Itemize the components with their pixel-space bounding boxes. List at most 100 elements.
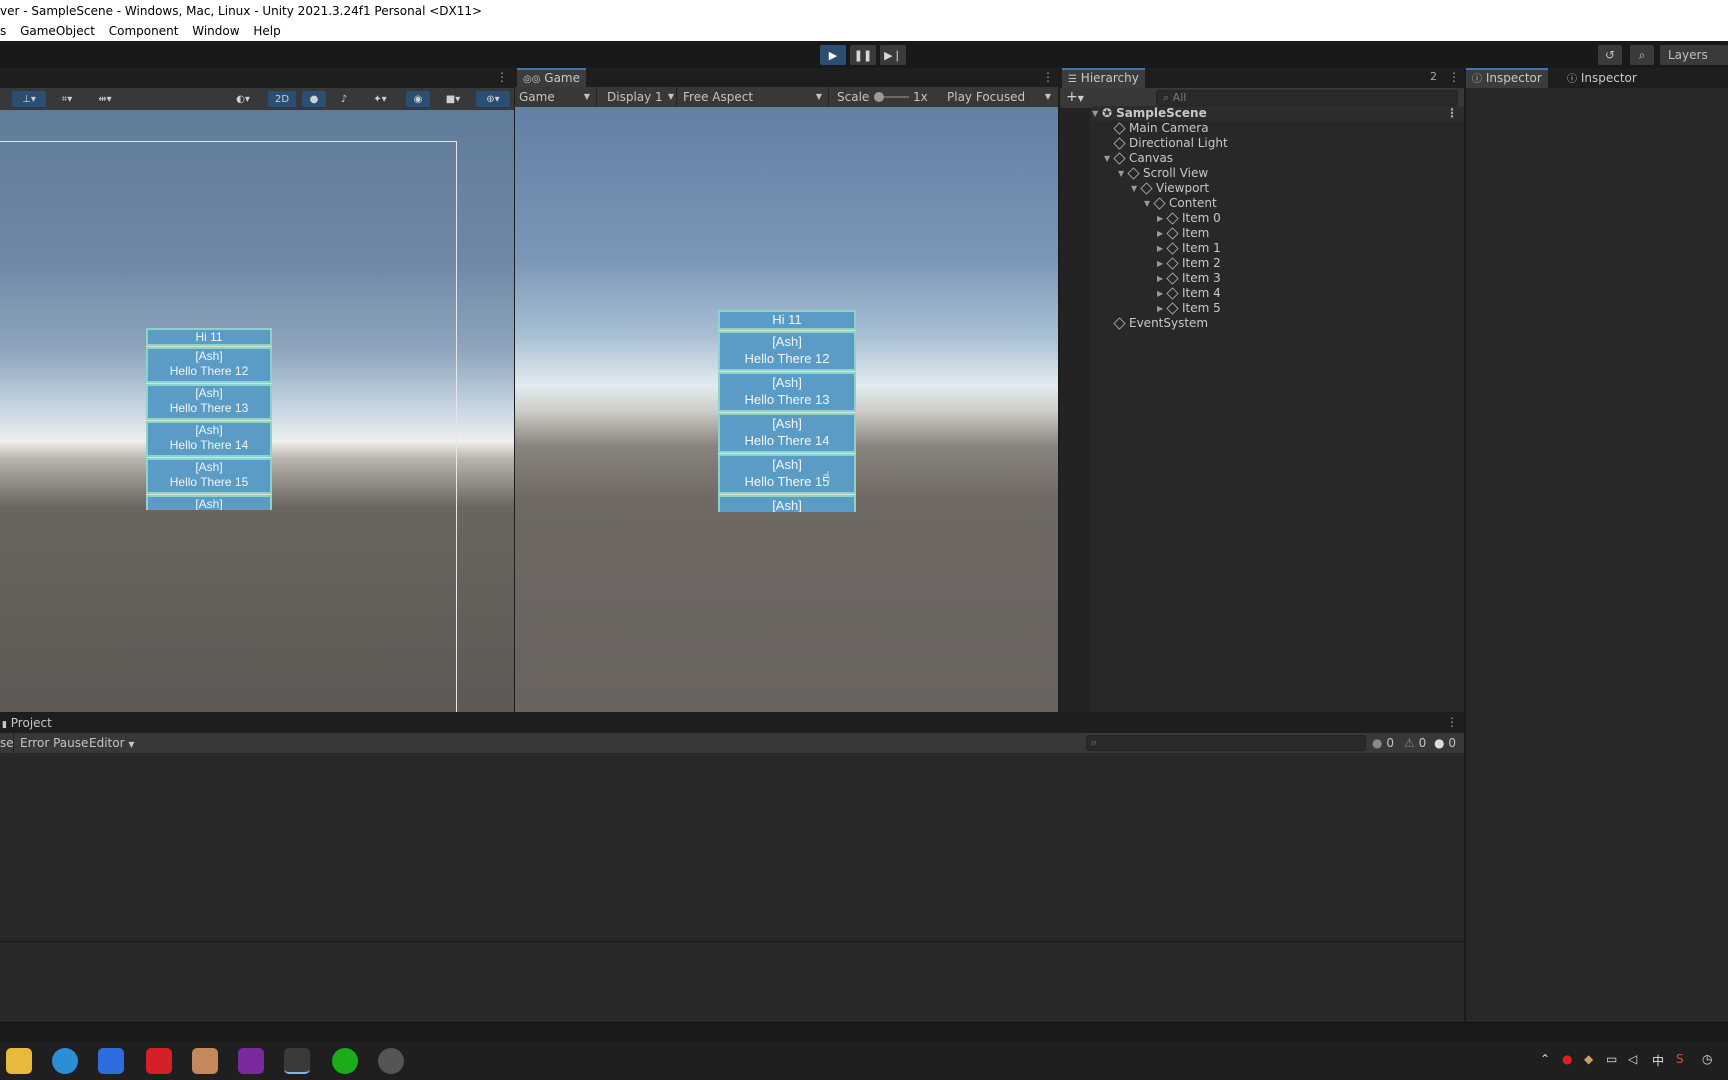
rider-icon[interactable] — [238, 1048, 264, 1074]
hierarchy-row-item[interactable]: ▶ Item 5 — [1157, 301, 1221, 316]
feishu-icon[interactable] — [98, 1048, 124, 1074]
mode-2d-button[interactable]: 2D — [268, 91, 296, 107]
game-item-5: [Ash] — [718, 495, 856, 512]
edge-browser-icon[interactable] — [52, 1048, 78, 1074]
sogou-icon[interactable]: S — [1676, 1052, 1684, 1066]
game-more-icon[interactable]: ⋮ — [1042, 70, 1054, 84]
unity-icon[interactable] — [284, 1048, 310, 1074]
tab-inspector-1[interactable]: ⓘ Inspector — [1466, 68, 1548, 88]
status-bar — [0, 1022, 1728, 1042]
play-button[interactable]: ▶ — [820, 45, 846, 65]
increment-snap-icon[interactable]: ⇹▾ — [88, 91, 122, 107]
gameobject-cube-icon — [1153, 197, 1166, 210]
game-scroll-view[interactable]: Hi 11 [Ash] Hello There 12 [Ash] Hello T… — [718, 310, 856, 512]
pause-button[interactable]: ❚❚ — [850, 45, 876, 65]
avatar-app-icon[interactable] — [192, 1048, 218, 1074]
scene-view[interactable]: Hi 11 [Ash] Hello There 12 [Ash] Hello T… — [0, 110, 514, 712]
hierarchy-row-item[interactable]: ▶ Item 0 — [1157, 211, 1221, 226]
error-count-toggle[interactable]: ● 0 — [1434, 733, 1462, 753]
error-pause-toggle[interactable]: Error Pause — [20, 733, 88, 753]
hierarchy-row-item[interactable]: ▶ Item — [1157, 226, 1209, 241]
tab-inspector-2[interactable]: ⓘ Inspector — [1561, 68, 1643, 88]
hierarchy-row-item[interactable]: ▶ Item 2 — [1157, 256, 1221, 271]
game-mode-select[interactable]: Game ▼ — [519, 87, 597, 107]
inspector-tab-label: Inspector — [1485, 71, 1542, 85]
hierarchy-row-canvas[interactable]: ▼ Canvas — [1104, 151, 1173, 166]
tab-project[interactable]: ▮ Project — [0, 713, 54, 733]
gameobject-cube-icon — [1166, 242, 1179, 255]
scene-item-0: Hi 11 — [146, 328, 272, 346]
menu-item-component[interactable]: Component — [109, 24, 179, 38]
menu-item-tools[interactable]: s — [0, 24, 6, 38]
audio-icon[interactable]: ♪ — [334, 91, 354, 107]
hierarchy-row-viewport[interactable]: ▼ Viewport — [1131, 181, 1209, 196]
scene-root-row[interactable]: ▼ ✪ SampleScene ⋮ — [1092, 106, 1464, 121]
snap-icon[interactable]: ⊥▾ — [12, 91, 46, 107]
volume-icon[interactable]: ◁ — [1628, 1052, 1637, 1066]
visibility-icon[interactable]: ◉ — [406, 91, 430, 107]
game-item-1-message: Hello There 12 — [744, 351, 830, 366]
display-select[interactable]: Display 1 ▼ — [607, 87, 677, 107]
aspect-select[interactable]: Free Aspect ▼ — [683, 87, 829, 107]
editor-select[interactable]: Editor ▼ — [89, 733, 135, 753]
hierarchy-more-icon[interactable]: ⋮ — [1448, 70, 1460, 84]
info-icon: ⓘ — [1472, 74, 1482, 85]
history-button[interactable]: ↺ — [1598, 45, 1622, 65]
ime-icon[interactable]: 中 — [1652, 1052, 1664, 1069]
hierarchy-row-item[interactable]: ▶ Item 3 — [1157, 271, 1221, 286]
scene-scroll-view: Hi 11 [Ash] Hello There 12 [Ash] Hello T… — [146, 328, 272, 510]
grid-snap-icon[interactable]: ⌗▾ — [52, 91, 82, 107]
console-splitter[interactable] — [0, 941, 1464, 942]
hierarchy-row-event-system[interactable]: EventSystem — [1113, 316, 1208, 331]
inspector-tab-label: Inspector — [1580, 71, 1637, 85]
console-more-icon[interactable]: ⋮ — [1446, 715, 1458, 729]
hierarchy-row-main-camera[interactable]: Main Camera — [1113, 121, 1209, 136]
menu-item-gameobject[interactable]: GameObject — [20, 24, 95, 38]
tab-game[interactable]: ◎◎ Game — [517, 68, 587, 88]
app-tray-icon[interactable]: ◆ — [1584, 1052, 1593, 1066]
hierarchy-row-content[interactable]: ▼ Content — [1144, 196, 1217, 211]
log-count-toggle[interactable]: ● 0 — [1372, 733, 1398, 753]
step-button[interactable]: ▶❘ — [880, 45, 906, 65]
hierarchy-row-item[interactable]: ▶ Item 1 — [1157, 241, 1221, 256]
search-button[interactable]: ⌕ — [1630, 45, 1654, 65]
lighting-icon[interactable]: ● — [302, 91, 326, 107]
hierarchy-row-item[interactable]: ▶ Item 4 — [1157, 286, 1221, 301]
network-icon[interactable]: ▭ — [1606, 1052, 1617, 1066]
file-explorer-icon[interactable] — [6, 1048, 32, 1074]
layers-dropdown[interactable]: Layers — [1660, 45, 1728, 65]
clock-icon[interactable]: ◷ — [1702, 1052, 1712, 1066]
camera-icon[interactable]: ■▾ — [436, 91, 470, 107]
scale-handle[interactable] — [874, 92, 884, 102]
play-focus-select[interactable]: Play Focused ▼ — [947, 87, 1051, 107]
chevron-up-icon[interactable]: ⌃ — [1540, 1052, 1550, 1066]
scale-slider[interactable]: Scale 1x — [837, 87, 929, 107]
shading-mode-icon[interactable]: ◐▾ — [226, 91, 260, 107]
hierarchy-row-scroll-view[interactable]: ▼ Scroll View — [1118, 166, 1208, 181]
netease-music-icon[interactable] — [146, 1048, 172, 1074]
lock-count: 2 — [1430, 70, 1437, 83]
hierarchy-row-directional-light[interactable]: Directional Light — [1113, 136, 1228, 151]
netease-tray-icon[interactable]: ● — [1562, 1052, 1572, 1066]
scene-more-icon[interactable]: ⋮ — [1446, 106, 1458, 121]
clear-button[interactable]: se — [0, 733, 14, 753]
menu-item-help[interactable]: Help — [253, 24, 280, 38]
console-search-input[interactable]: ⌕ — [1086, 735, 1366, 751]
scene-more-icon[interactable]: ⋮ — [496, 70, 508, 84]
effects-icon[interactable]: ✦▾ — [362, 91, 398, 107]
hierarchy-search-input[interactable]: ⌕ All — [1156, 90, 1458, 106]
scene-item-4-message: Hello There 15 — [169, 475, 249, 489]
tab-hierarchy[interactable]: ☰ Hierarchy — [1062, 68, 1145, 88]
hierarchy-node-label: Content — [1169, 196, 1217, 210]
recorder-icon[interactable] — [378, 1048, 404, 1074]
warn-count-toggle[interactable]: ⚠ 0 — [1404, 733, 1430, 753]
history-icon: ↺ — [1604, 48, 1616, 62]
folder-icon: ▮ — [2, 720, 7, 730]
gizmos-icon[interactable]: ⊕▾ — [476, 91, 510, 107]
add-object-button[interactable]: +▼ — [1066, 89, 1084, 105]
game-item-4-message: Hello There 15 — [744, 474, 830, 489]
game-view[interactable]: Hi 11 [Ash] Hello There 12 [Ash] Hello T… — [515, 107, 1058, 712]
wechat-icon[interactable] — [332, 1048, 358, 1074]
hierarchy-node-label: Item 4 — [1182, 286, 1221, 300]
menu-item-window[interactable]: Window — [192, 24, 239, 38]
